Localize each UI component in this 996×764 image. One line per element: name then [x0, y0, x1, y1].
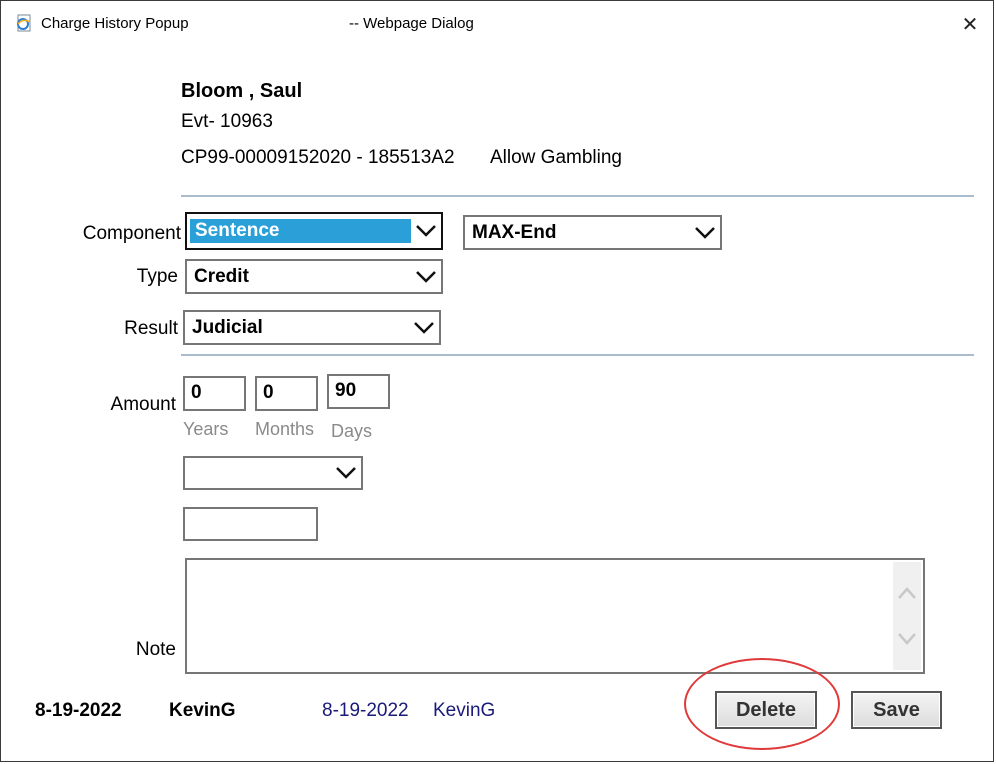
chevron-down-icon	[690, 217, 720, 248]
person-name: Bloom , Saul	[181, 80, 303, 102]
chevron-up-icon[interactable]	[897, 586, 917, 600]
delete-button[interactable]: Delete	[715, 691, 817, 729]
result-select[interactable]: Judicial	[183, 310, 441, 345]
amount-label: Amount	[110, 394, 176, 415]
close-icon: ✕	[961, 13, 979, 36]
chevron-down-icon	[411, 261, 441, 292]
type-select[interactable]: Credit	[185, 259, 443, 294]
type-label: Type	[136, 266, 178, 287]
months-label: Months	[255, 419, 315, 439]
note-scrollbar[interactable]	[893, 562, 921, 670]
modified-user: KevinG	[433, 700, 496, 721]
months-input[interactable]: 0	[255, 376, 318, 411]
close-button[interactable]: ✕	[957, 11, 983, 37]
chevron-down-icon	[411, 214, 441, 248]
result-label: Result	[124, 318, 178, 339]
component-select[interactable]: Sentence	[185, 212, 443, 250]
separator	[181, 354, 974, 356]
years-label: Years	[183, 419, 229, 439]
years-input[interactable]: 0	[183, 376, 246, 411]
created-user: KevinG	[169, 700, 236, 721]
note-textarea[interactable]	[185, 558, 925, 674]
window-title: Charge History Popup	[41, 15, 189, 32]
chevron-down-icon[interactable]	[897, 632, 917, 646]
component-sub-select[interactable]: MAX-End	[463, 215, 722, 250]
component-label: Component	[82, 223, 181, 244]
unlabeled-text-input[interactable]	[183, 507, 318, 541]
result-selected-value: Judicial	[192, 316, 263, 338]
charge-description: Allow Gambling	[490, 147, 622, 168]
created-date: 8-19-2022	[35, 700, 122, 721]
component-sub-value: MAX-End	[472, 221, 557, 243]
save-button[interactable]: Save	[851, 691, 942, 729]
charge-code: CP99-00009152020 - 185513A2	[181, 147, 455, 168]
event-number: Evt- 10963	[181, 111, 273, 132]
days-input[interactable]: 90	[327, 374, 390, 409]
ie-page-icon	[17, 14, 31, 32]
separator	[181, 195, 974, 197]
chevron-down-icon	[409, 312, 439, 343]
note-label: Note	[135, 639, 176, 660]
days-label: Days	[331, 421, 373, 441]
type-selected-value: Credit	[194, 265, 249, 287]
component-selected-value: Sentence	[190, 219, 411, 243]
title-bar: Charge History Popup -- Webpage Dialog ✕	[1, 1, 993, 47]
window-subtitle: -- Webpage Dialog	[349, 15, 474, 32]
modified-date: 8-19-2022	[322, 700, 409, 721]
chevron-down-icon	[331, 458, 361, 488]
unlabeled-select[interactable]	[183, 456, 363, 490]
dialog-window: Charge History Popup -- Webpage Dialog ✕…	[0, 0, 994, 762]
